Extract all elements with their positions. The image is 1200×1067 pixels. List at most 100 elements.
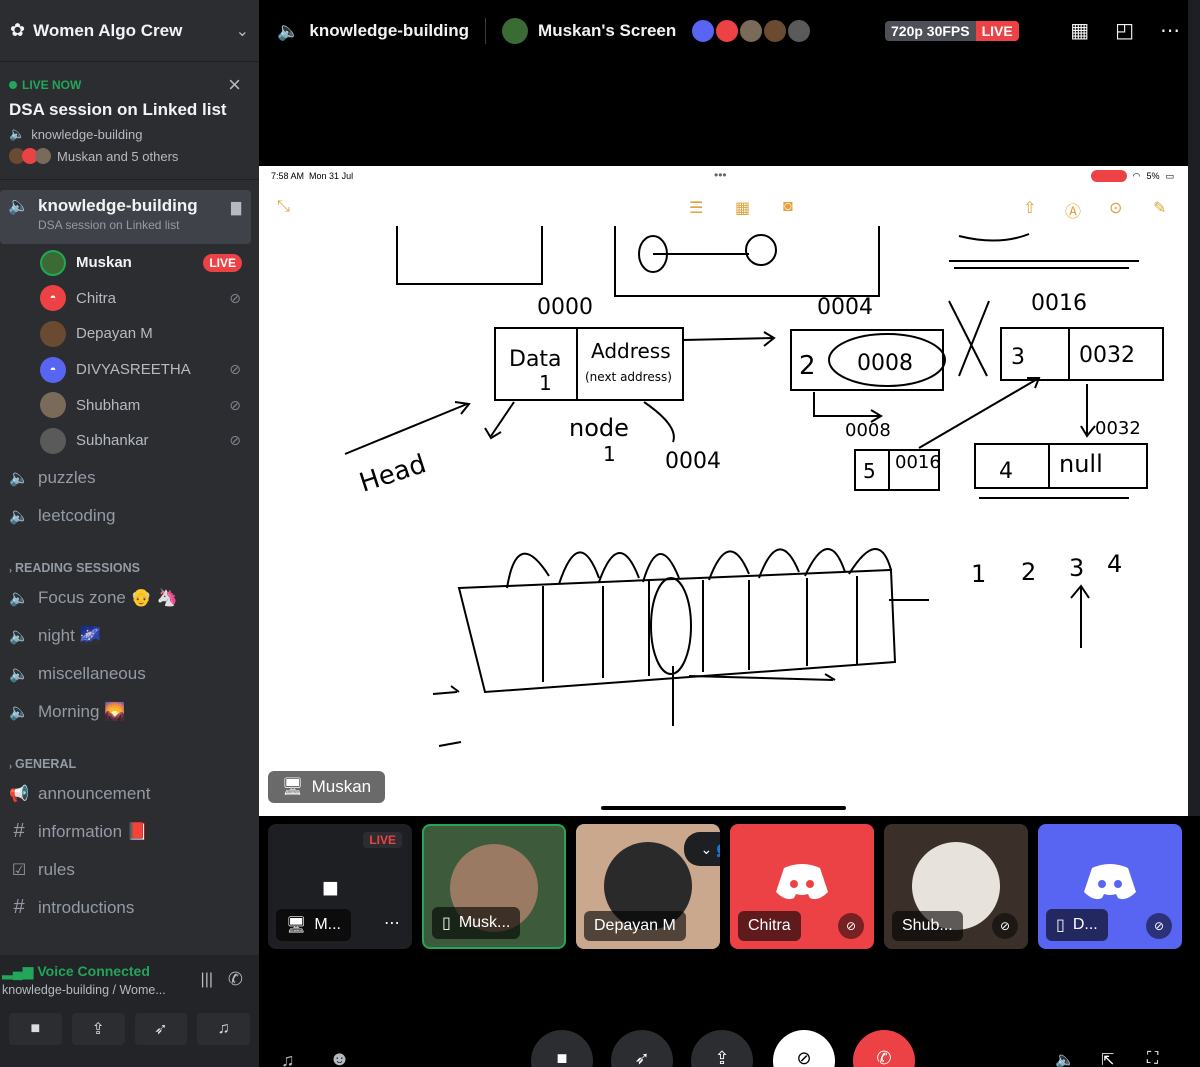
channel-introductions[interactable]: # introductions — [0, 889, 259, 927]
participant-name: ▯ D... — [1046, 909, 1108, 941]
channel-night[interactable]: 🔈 night 🌌 — [0, 617, 259, 655]
chat-icon[interactable]: ▇ — [231, 200, 241, 216]
rocket-icon: ➶ — [634, 1048, 650, 1067]
channel-knowledge-building[interactable]: 🔈 knowledge-building ▇ DSA session on Link… — [0, 190, 251, 244]
head-label: Head — [356, 449, 430, 499]
live-card-title: DSA session on Linked list — [9, 100, 227, 119]
scrollbar[interactable] — [1188, 0, 1200, 816]
users-icon: 👥 — [716, 841, 720, 858]
screen-share-icon: ⇪ — [91, 1021, 105, 1038]
channel-focus-zone[interactable]: 🔈 Focus zone 👴 🦄 — [0, 579, 259, 617]
volume-icon[interactable]: 🔈 — [1055, 1050, 1075, 1067]
avatar: ◓ — [40, 285, 66, 312]
voice-connection-panel: ▂▄▆ Voice Connected knowledge-building /… — [0, 955, 259, 1067]
avatar — [502, 18, 529, 44]
arrow — [432, 685, 462, 747]
voice-status[interactable]: ▂▄▆ Voice Connected — [2, 963, 259, 980]
voice-user[interactable]: ◓ Chitra ⊘ — [0, 281, 259, 317]
channel-puzzles[interactable]: 🔈 puzzles — [0, 459, 259, 497]
channel-announcement[interactable]: 📢 announcement — [0, 775, 259, 813]
participant-tile[interactable]: LIVE ■ 🖥 M... ⋯ — [268, 824, 412, 949]
server-icon: ✿ — [10, 20, 26, 40]
soundboard-button[interactable]: ♫ — [197, 1013, 250, 1045]
noise-suppression-icon[interactable]: ||| — [201, 971, 213, 989]
disconnect-icon[interactable]: ✆ — [228, 969, 243, 990]
participant-tile[interactable]: Shub... ⊘ — [884, 824, 1028, 949]
arrow — [344, 401, 471, 455]
voice-user[interactable]: Shubham ⊘ — [0, 387, 259, 423]
live-badge: LIVE — [203, 253, 242, 272]
sketch-stroke — [506, 548, 892, 589]
sidebar: ✿ Women Algo Crew ⌄ LIVE NOW DSA session… — [0, 0, 259, 1067]
voice-user[interactable]: Subhankar ⊘ — [0, 423, 259, 459]
screen-share-icon: ⇪ — [714, 1048, 730, 1067]
activities-button[interactable]: ➶ — [134, 1013, 188, 1045]
voice-user[interactable]: ◓ DIVYASREETHA ⊘ — [0, 352, 259, 388]
channel-miscellaneous[interactable]: 🔈 miscellaneous — [0, 655, 259, 693]
arrow — [918, 377, 1041, 449]
chevron-down-icon[interactable]: ⌄ — [236, 21, 249, 41]
address-field-label: Address — [591, 339, 671, 363]
call-channel-name: knowledge-building — [309, 21, 470, 40]
participant-tile[interactable]: ▯ Musk... — [422, 824, 566, 949]
server-header[interactable]: ✿ Women Algo Crew ⌄ — [0, 0, 259, 62]
sequence-number: 2 — [1021, 558, 1036, 586]
camera-button[interactable]: ■ — [531, 1030, 593, 1067]
node-address: 0008 — [857, 351, 913, 376]
channel-morning[interactable]: 🔈 Morning 🌄 — [0, 693, 259, 731]
emoji-icon[interactable]: ☻ — [329, 1048, 350, 1067]
ipad-status-right: ◠ 5% ▭ — [1090, 170, 1174, 182]
share-screen-button[interactable]: ⇪ — [691, 1030, 753, 1067]
shared-screen[interactable]: 7:58 AM Mon 31 Jul ••• ◠ 5% ▭ ⤡ ☰ ▦ ◙ ⇧ Ⓐ … — [259, 166, 1188, 816]
avatar — [714, 18, 741, 44]
camera-icon: ■ — [556, 1048, 568, 1067]
discord-logo-icon — [776, 864, 828, 900]
participant-tile[interactable]: ▯ D... ⊘ — [1038, 824, 1182, 949]
avatar — [40, 427, 66, 454]
arrow — [682, 331, 776, 347]
more-icon[interactable]: ⋯ — [384, 913, 400, 933]
camera-icon: ■ — [30, 1020, 41, 1037]
fullscreen-icon[interactable]: ⛶ — [1147, 1050, 1158, 1067]
avatar: ◓ — [40, 356, 66, 383]
stream-quality-badge: 720p 30FPS LIVE — [885, 21, 1019, 41]
category-general[interactable]: › GENERAL — [0, 741, 259, 771]
voice-user[interactable]: Depayan M — [0, 316, 259, 352]
wifi-icon: ◠ — [1132, 170, 1141, 181]
category-reading-sessions[interactable]: › READING SESSIONS — [0, 545, 259, 575]
node-data: 2 — [799, 351, 816, 381]
avatar — [762, 18, 789, 44]
popout-icon[interactable]: ◰ — [1115, 18, 1134, 43]
grid-icon[interactable]: ▦ — [1070, 18, 1089, 43]
address-label: 0004 — [817, 295, 873, 320]
call-header: 🔈 knowledge-building Muskan's Screen 720… — [259, 0, 1200, 62]
participant-name: Chitra — [738, 911, 801, 941]
voice-user[interactable]: Muskan LIVE — [0, 245, 259, 281]
mic-muted-icon: ⊘ — [796, 1048, 812, 1067]
mute-button[interactable]: ⊘ — [773, 1030, 835, 1067]
node-address: 0032 — [1079, 343, 1135, 368]
live-stage-card[interactable]: LIVE NOW DSA session on Linked list 🔈 kno… — [0, 62, 259, 180]
camera-button[interactable]: ■ — [9, 1013, 62, 1045]
channel-information[interactable]: # information 📕 — [0, 813, 259, 851]
signal-icon: ▂▄▆ — [2, 963, 34, 979]
channel-rules[interactable]: ☑ rules — [0, 851, 259, 889]
channel-leetcoding[interactable]: 🔈 leetcoding — [0, 497, 259, 535]
participants-toggle[interactable]: ⌄ 👥 — [684, 832, 720, 866]
close-icon[interactable]: × — [228, 74, 241, 96]
sketch-stroke — [948, 300, 990, 377]
participant-tile[interactable]: Chitra ⊘ — [730, 824, 874, 949]
leave-call-button[interactable]: ✆ — [853, 1030, 915, 1067]
participant-avatars[interactable] — [690, 18, 813, 44]
participant-tile[interactable]: ⌄ 👥 Depayan M — [576, 824, 720, 949]
hash-icon: # — [13, 896, 25, 919]
mic-muted-icon: ⊘ — [229, 289, 241, 306]
share-screen-button[interactable]: ⇪ — [71, 1013, 125, 1045]
participant-tiles: LIVE ■ 🖥M... ⋯ ▯Musk... ⌄ 👥 Depayan M Ch… — [268, 824, 1182, 949]
activities-button[interactable]: ➶ — [611, 1030, 673, 1067]
node-data: 4 — [999, 459, 1013, 484]
popout-icon[interactable]: ⇱ — [1101, 1050, 1114, 1067]
soundboard-icon[interactable]: ♫ — [281, 1050, 295, 1067]
more-icon[interactable]: ⋯ — [1160, 18, 1180, 43]
address-label: 0032 — [1095, 418, 1141, 439]
